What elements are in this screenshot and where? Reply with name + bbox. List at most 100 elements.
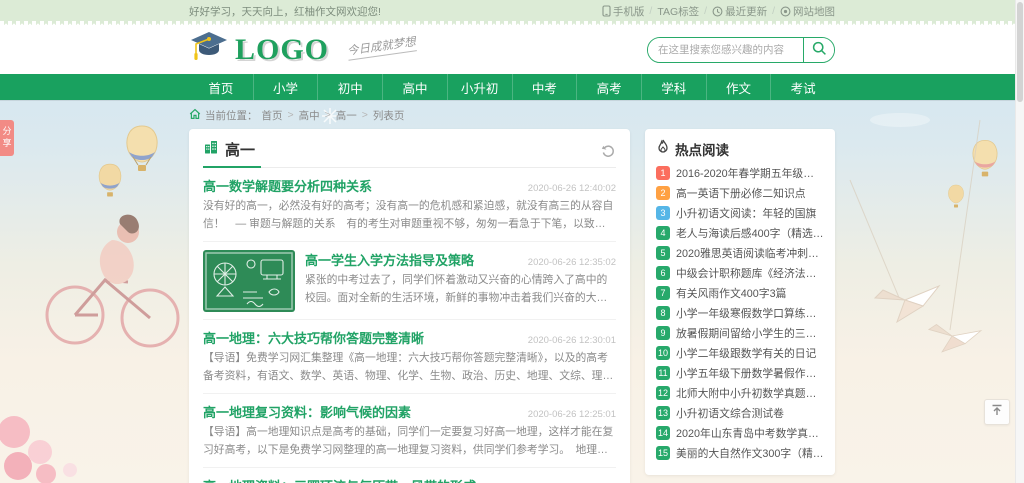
main-nav: 首页 小学 初中 高中 小升初 中考 高考 学科 作文 考试 — [0, 74, 1024, 100]
bicycle-decoration — [47, 215, 178, 346]
rank-badge: 11 — [656, 366, 670, 380]
nav-item[interactable]: 小学 — [254, 74, 319, 100]
rank-badge: 2 — [656, 186, 670, 200]
return-button[interactable] — [600, 142, 616, 158]
breadcrumb-item[interactable]: 首页 — [262, 108, 283, 123]
breadcrumb-prefix: 当前位置： — [205, 108, 258, 123]
pin-icon — [780, 6, 791, 17]
share-label: 分享 — [1, 126, 14, 150]
chalkboard-thumbnail[interactable] — [203, 250, 295, 312]
sidebar-list-item[interactable]: 15 美丽的大自然作文300字（精选3篇） — [656, 445, 824, 461]
welcome-text: 好好学习，天天向上，红柚作文网欢迎您! — [189, 4, 381, 19]
rank-badge: 10 — [656, 346, 670, 360]
nav-item[interactable]: 学科 — [642, 74, 707, 100]
scrollbar-thumb[interactable] — [1017, 2, 1023, 102]
sidebar-list-item[interactable]: 11 小学五年级下册数学暑假作业答案【20-61 — [656, 365, 824, 381]
rank-badge: 14 — [656, 426, 670, 440]
sidebar-list-item[interactable]: 5 2020雅思英语阅读临考冲刺试题附答案 — [656, 245, 824, 261]
search-icon — [812, 41, 827, 59]
sidebar-item-text: 小升初语文阅读：年轻的国旗 — [676, 205, 816, 221]
sidebar-list-item[interactable]: 7 有关风雨作文400字3篇 — [656, 285, 824, 301]
clock-icon — [712, 6, 723, 17]
rank-badge: 12 — [656, 386, 670, 400]
rank-badge: 1 — [656, 166, 670, 180]
sidebar: 热点阅读 1 2016-2020年春学期五年级语文下期末模拟 2 高一英语下册必… — [645, 129, 835, 483]
sidebar-item-text: 小学一年级寒假数学口算练习题三篇 — [676, 305, 824, 321]
section-underline — [203, 166, 261, 168]
page: 好好学习，天天向上，红柚作文网欢迎您! 手机版 / TAG标签 / 最近更新 /… — [0, 0, 1024, 483]
article-item: 高一地理资料：三圈环流与气压带、风带的形成 2020-06-26 12:20:0… — [203, 468, 616, 483]
nav-item[interactable]: 考试 — [771, 74, 835, 100]
sidebar-list-item[interactable]: 10 小学二年级跟数学有关的日记 — [656, 345, 824, 361]
sidebar-item-text: 美丽的大自然作文300字（精选3篇） — [676, 445, 824, 461]
breadcrumb-item[interactable]: 高一 — [336, 108, 357, 123]
sidebar-list-item[interactable]: 12 北师大附中小升初数学真题汇编 — [656, 385, 824, 401]
topbar-link[interactable]: TAG标签 — [657, 4, 699, 19]
sidebar-list-item[interactable]: 9 放暑假期间留给小学生的三年级英语作文范文 — [656, 325, 824, 341]
sidebar-item-text: 小升初语文综合测试卷 — [676, 405, 784, 421]
sidebar-item-text: 高一英语下册必修二知识点 — [676, 185, 806, 201]
sidebar-list-item[interactable]: 1 2016-2020年春学期五年级语文下期末模拟 — [656, 165, 824, 181]
search-button[interactable] — [803, 38, 834, 62]
rank-badge: 8 — [656, 306, 670, 320]
rank-badge: 5 — [656, 246, 670, 260]
article-title[interactable]: 高一学生入学方法指导及策略 — [305, 250, 474, 269]
flower-decoration — [0, 416, 77, 483]
nav-item[interactable]: 作文 — [707, 74, 772, 100]
graduation-cap-icon — [189, 29, 229, 70]
sidebar-item-text: 老人与海读后感400字（精选3篇） — [676, 225, 824, 241]
nav-item[interactable]: 初中 — [318, 74, 383, 100]
article-item: 高一数学解题要分析四种关系 2020-06-26 12:40:02 没有好的高一… — [203, 168, 616, 242]
building-icon — [203, 139, 219, 160]
sidebar-item-text: 2020年山东青岛中考数学真题（已公布） — [676, 425, 824, 441]
nav-item[interactable]: 首页 — [189, 74, 254, 100]
article-title[interactable]: 高一地理：六大技巧帮你答题完整清晰 — [203, 328, 424, 347]
share-button[interactable]: 分享 — [0, 120, 14, 156]
breadcrumb-separator: > — [362, 109, 368, 121]
back-to-top-button[interactable] — [984, 399, 1010, 425]
breadcrumb-item[interactable]: 高中 — [299, 108, 320, 123]
rank-badge: 4 — [656, 226, 670, 240]
scrollbar[interactable] — [1015, 0, 1024, 483]
sidebar-item-text: 放暑假期间留给小学生的三年级英语作文范文 — [676, 325, 824, 341]
sidebar-list-item[interactable]: 13 小升初语文综合测试卷 — [656, 405, 824, 421]
article-title[interactable]: 高一地理资料：三圈环流与气压带、风带的形成 — [203, 476, 476, 483]
article-excerpt: 【导语】高一地理知识点是高考的基础，同学们一定要复习好高一地理，这样才能在复习好… — [203, 424, 616, 460]
sidebar-item-text: 有关风雨作文400字3篇 — [676, 285, 786, 301]
content: 当前位置： 首页 > 高中 > 高一 > 列表页 — [189, 100, 835, 483]
nav-item[interactable]: 高考 — [577, 74, 642, 100]
flame-icon — [656, 139, 670, 159]
topbar-link[interactable]: 手机版 — [602, 4, 645, 19]
sidebar-list-item[interactable]: 4 老人与海读后感400字（精选3篇） — [656, 225, 824, 241]
breadcrumb-separator: > — [288, 109, 294, 121]
article-item: 高一学生入学方法指导及策略 2020-06-26 12:35:02 紧张的中考过… — [203, 242, 616, 320]
site-logo[interactable]: LOGO — [189, 29, 329, 70]
article-date: 2020-06-26 12:25:01 — [528, 409, 616, 420]
topbar-separator: / — [772, 5, 775, 17]
sidebar-list-item[interactable]: 2 高一英语下册必修二知识点 — [656, 185, 824, 201]
article-title[interactable]: 高一地理复习资料：影响气候的因素 — [203, 402, 411, 421]
home-icon — [189, 108, 201, 123]
sidebar-list-item[interactable]: 3 小升初语文阅读：年轻的国旗 — [656, 205, 824, 221]
nav-item[interactable]: 高中 — [383, 74, 448, 100]
search-input[interactable] — [648, 38, 803, 62]
nav-item[interactable]: 小升初 — [448, 74, 513, 100]
article-date: 2020-06-26 12:30:01 — [528, 335, 616, 346]
nav-item[interactable]: 中考 — [513, 74, 578, 100]
sidebar-list-item[interactable]: 6 中级会计职称题库《经济法》检测题 — [656, 265, 824, 281]
breadcrumb-items: 首页 > 高中 > 高一 > 列表页 — [262, 108, 405, 123]
sidebar-list-item[interactable]: 8 小学一年级寒假数学口算练习题三篇 — [656, 305, 824, 321]
topbar-link[interactable]: 最近更新 — [712, 4, 767, 19]
sidebar-list-item[interactable]: 14 2020年山东青岛中考数学真题（已公布） — [656, 425, 824, 441]
article-date: 2020-06-26 12:40:02 — [528, 183, 616, 194]
nav-menu: 首页 小学 初中 高中 小升初 中考 高考 学科 作文 考试 — [189, 74, 835, 100]
section-title: 高一 — [225, 139, 255, 160]
breadcrumb-item[interactable]: 列表页 — [373, 108, 405, 123]
article-title[interactable]: 高一数学解题要分析四种关系 — [203, 176, 372, 195]
phone-icon — [602, 5, 611, 17]
site-header: LOGO 今日成就梦想 — [0, 25, 1024, 74]
topbar-link[interactable]: 网站地图 — [780, 4, 835, 19]
article-list-card: 高一 高一数学解题要分析四种关系 2020-06-26 12:40:02 没有好… — [189, 129, 630, 483]
rank-badge: 6 — [656, 266, 670, 280]
article-excerpt: 紧张的中考过去了，同学们怀着激动又兴奋的心情跨入了高中的校园。面对全新的生活环境… — [305, 272, 616, 308]
